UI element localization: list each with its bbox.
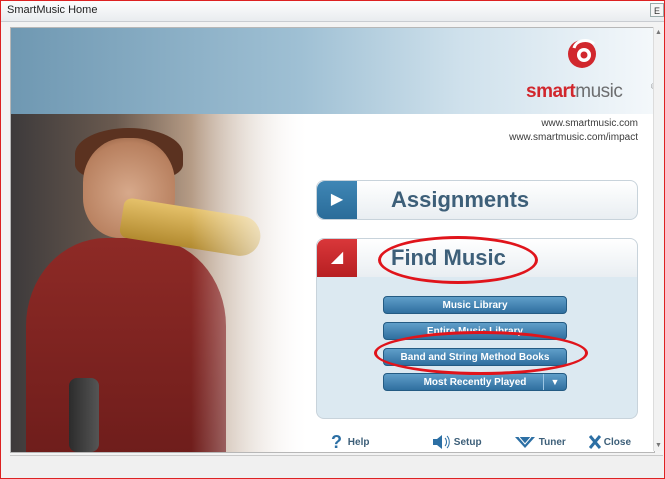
speaker-graphic (69, 378, 99, 452)
assignments-label: Assignments (391, 187, 530, 212)
status-bar (10, 455, 663, 478)
smartmusic-link[interactable]: www.smartmusic.com (541, 118, 638, 129)
logo-smart-text: smart (526, 81, 576, 102)
recently-played-button[interactable]: Most Recently Played ▼ (383, 373, 567, 391)
smartmusic-impact-link[interactable]: www.smartmusic.com/impact (509, 132, 638, 143)
chevron-down-icon[interactable]: ▼ (543, 374, 566, 390)
svg-text:?: ? (331, 433, 342, 451)
question-icon: ? (331, 432, 342, 452)
vertical-scrollbar[interactable]: ▲ ▼ (653, 27, 664, 451)
annotation-circle-find-music (378, 236, 538, 284)
smartmusic-logo-text: smartmusic (526, 81, 623, 103)
tuner-icon (515, 437, 535, 449)
triangle-down-icon: ◢ (317, 239, 357, 277)
scroll-up-icon[interactable]: ▲ (655, 29, 662, 36)
annotation-circle-method-books (374, 331, 588, 375)
help-label: Help (347, 437, 370, 448)
scroll-down-icon[interactable]: ▼ (655, 442, 662, 449)
smartmusic-logo-icon (568, 39, 596, 68)
title-bar: SmartMusic Home E (1, 1, 664, 22)
title-button[interactable]: E (650, 3, 664, 17)
logo-music-text: music (575, 81, 623, 102)
help-button[interactable]: ? Help (331, 432, 370, 452)
play-right-icon: ▶ (317, 181, 357, 219)
recently-played-label: Most Recently Played (423, 377, 527, 388)
tuner-button[interactable]: Tuner (514, 433, 566, 452)
assignments-panel-header[interactable]: ▶ Assignments (316, 180, 638, 220)
home-content: smartmusic ® www.smartmusic.com www.smar… (10, 27, 655, 453)
tuner-label: Tuner (538, 437, 566, 448)
photo-fade (191, 114, 311, 452)
close-button[interactable]: Close (588, 433, 632, 452)
close-label: Close (603, 437, 632, 448)
speaker-icon (433, 435, 450, 450)
window-title: SmartMusic Home (7, 4, 98, 16)
music-library-button[interactable]: Music Library (383, 296, 567, 314)
close-icon (588, 435, 602, 450)
setup-label: Setup (453, 437, 482, 448)
setup-button[interactable]: Setup (431, 433, 482, 452)
